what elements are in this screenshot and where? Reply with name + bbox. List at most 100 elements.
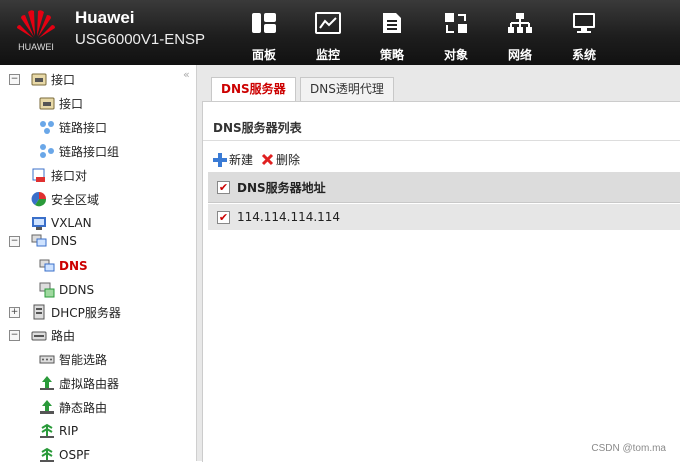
ddns-icon [39, 282, 55, 298]
tree-label: 安全区域 [51, 192, 100, 207]
tree-node-rip[interactable]: RIP [39, 420, 78, 442]
expand-toggle[interactable]: + [9, 306, 20, 318]
nav-label: 监控 [315, 48, 340, 62]
tree-node-link-interface[interactable]: 链路接口 [39, 116, 107, 138]
divider [203, 140, 680, 141]
nav-monitor[interactable]: 监控 [296, 0, 360, 65]
top-header: HUAWEI Huawei USG6000V1-ENSP 面板 监控 策略 对象… [0, 0, 680, 65]
device-model: USG6000V1-ENSP [75, 31, 206, 48]
collapse-toggle[interactable]: − [9, 329, 20, 341]
tree-label: 链路接口 [59, 120, 108, 135]
dns-server-address: 114.114.114.114 [237, 210, 341, 224]
dhcp-server-icon [33, 304, 45, 320]
table-header: ✔ DNS服务器地址 [208, 172, 680, 203]
tree-label: RIP [59, 424, 79, 438]
delete-button-label: 删除 [276, 153, 301, 167]
routing-icon [31, 331, 47, 341]
security-zone-icon [31, 191, 47, 207]
tree-node-ospf[interactable]: OSPF [39, 444, 90, 466]
main-content: DNS服务器 DNS透明代理 DNS服务器列表 新建 删除 ✔ DNS服务器地址… [197, 65, 680, 462]
object-icon [445, 13, 467, 33]
nav-label: 策略 [379, 48, 404, 62]
tree-node-routing[interactable]: − 路由 [9, 324, 75, 346]
dns-icon [39, 259, 55, 272]
interface-pair-icon [32, 168, 45, 182]
huawei-logo: HUAWEI [12, 6, 60, 56]
tree-label-selected: DNS [59, 259, 88, 273]
tree-node-security-zone[interactable]: 安全区域 [31, 188, 99, 210]
smart-routing-icon [39, 355, 55, 364]
interface-icon [31, 73, 47, 86]
rip-icon [40, 423, 54, 438]
tree-label: 智能选路 [59, 352, 108, 367]
dashboard-icon [252, 13, 276, 33]
tree-label: DNS [51, 234, 77, 248]
link-interface-icon [40, 121, 54, 134]
tree-node-smart-routing[interactable]: 智能选路 [39, 348, 107, 370]
collapse-sidebar-icon[interactable]: « [183, 68, 190, 81]
tree-node-virtual-router[interactable]: 虚拟路由器 [39, 372, 119, 394]
panel-title: DNS服务器列表 [213, 121, 302, 135]
collapse-toggle[interactable]: − [9, 235, 20, 247]
tree-label: 路由 [51, 328, 76, 343]
huawei-logo-icon [17, 10, 55, 38]
tree-node-ddns[interactable]: DDNS [39, 279, 94, 301]
dns-server-panel: DNS服务器列表 新建 删除 ✔ DNS服务器地址 ✔ 114.114.114.… [202, 101, 680, 462]
tree-label: 链路接口组 [59, 144, 120, 159]
tree-node-dhcp-server[interactable]: + DHCP服务器 [9, 301, 121, 323]
nav-label: 网络 [507, 48, 532, 62]
nav-network[interactable]: 网络 [488, 0, 552, 65]
static-route-icon [40, 400, 54, 414]
nav-system[interactable]: 系统 [552, 0, 616, 65]
add-button[interactable]: 新建 [213, 151, 253, 168]
policy-icon [383, 13, 401, 33]
tree-label: 接口 [59, 96, 84, 111]
plus-icon [213, 152, 227, 167]
add-button-label: 新建 [229, 153, 254, 167]
table-row[interactable]: ✔ 114.114.114.114 [208, 204, 680, 230]
toolbar: 新建 删除 [213, 151, 308, 168]
vxlan-icon [32, 217, 46, 230]
tab-bar: DNS服务器 DNS透明代理 [197, 65, 680, 102]
tree-label: 接口 [51, 72, 76, 87]
collapse-toggle[interactable]: − [9, 73, 20, 85]
nav-label: 面板 [251, 48, 276, 62]
tree-label: 接口对 [51, 168, 88, 183]
tree-label: VXLAN [51, 216, 92, 230]
product-brand: Huawei USG6000V1-ENSP [75, 8, 205, 48]
virtual-router-icon [40, 376, 54, 390]
watermark: CSDN @tom.ma [591, 443, 666, 454]
nav-object[interactable]: 对象 [424, 0, 488, 65]
monitor-icon [315, 12, 341, 34]
tree-label: DHCP服务器 [51, 305, 121, 320]
dns-icon [31, 234, 47, 247]
tree-node-dns[interactable]: DNS [39, 255, 88, 277]
tab-dns-transparent-proxy[interactable]: DNS透明代理 [300, 77, 394, 101]
tree-label: DDNS [59, 283, 95, 297]
nav-label: 系统 [571, 48, 596, 62]
main-nav: 面板 监控 策略 对象 网络 系统 [232, 0, 616, 65]
nav-dashboard[interactable]: 面板 [232, 0, 296, 65]
tab-dns-server[interactable]: DNS服务器 [211, 77, 296, 102]
delete-x-icon [261, 153, 274, 166]
tree-node-interface-sub[interactable]: 接口 [39, 92, 83, 114]
sidebar-tree: « − 接口 接口 链路接口 链路接口组 接口对 安全区域 VXLAN − DN… [0, 65, 197, 462]
network-icon [508, 13, 532, 33]
tree-label: 虚拟路由器 [59, 376, 120, 391]
delete-button[interactable]: 删除 [261, 151, 300, 168]
nav-policy[interactable]: 策略 [360, 0, 424, 65]
tree-node-interface[interactable]: − 接口 [9, 68, 75, 90]
select-all-checkbox[interactable]: ✔ [217, 180, 230, 194]
brand-name: Huawei [75, 8, 135, 27]
tree-node-interface-pair[interactable]: 接口对 [31, 164, 87, 186]
tree-node-dns-group[interactable]: − DNS [9, 230, 77, 252]
link-interface-group-icon [40, 144, 54, 158]
tree-node-static-route[interactable]: 静态路由 [39, 396, 107, 418]
row-checkbox[interactable]: ✔ [217, 210, 230, 224]
interface-icon [39, 97, 55, 110]
tree-node-link-interface-group[interactable]: 链路接口组 [39, 140, 119, 162]
nav-label: 对象 [443, 48, 468, 62]
tree-label: OSPF [59, 448, 91, 462]
column-header-dns-address: DNS服务器地址 [237, 180, 326, 195]
logo-text: HUAWEI [18, 42, 54, 52]
